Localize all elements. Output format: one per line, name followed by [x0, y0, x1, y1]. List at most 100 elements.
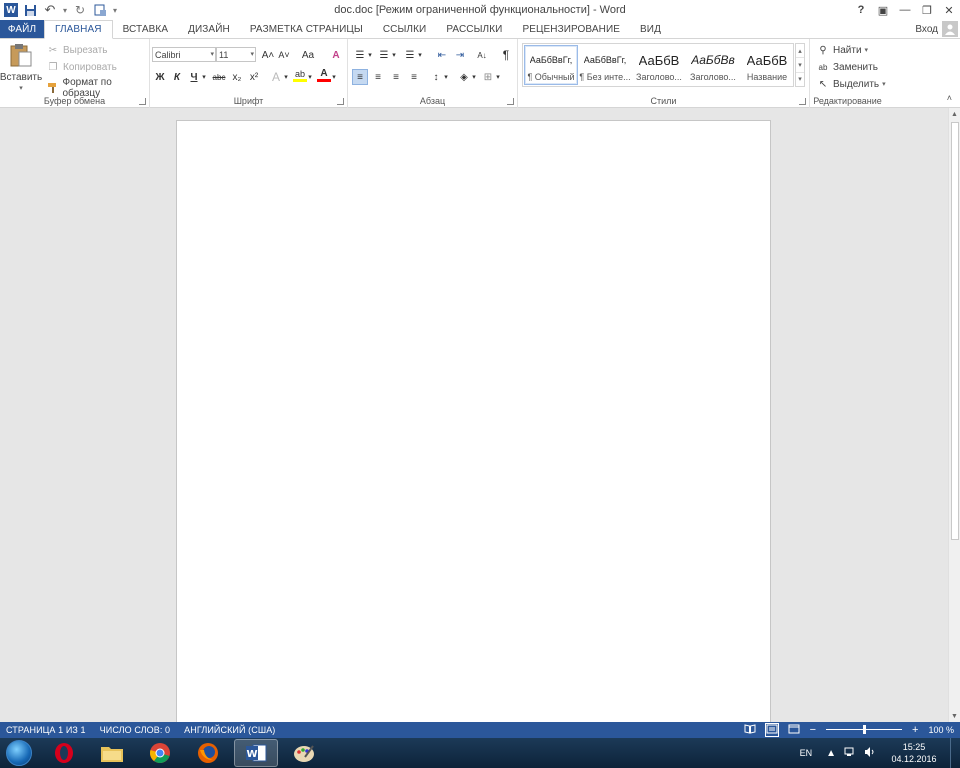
input-language[interactable]: EN [800, 748, 813, 758]
scroll-up-arrow-icon[interactable]: ▲ [949, 108, 960, 120]
clear-formatting-button[interactable]: A [328, 47, 344, 63]
zoom-in-button[interactable]: + [912, 724, 918, 736]
style-no-spacing[interactable]: АаБбВвГг, ¶ Без инте... [578, 45, 632, 85]
shrink-font-button[interactable]: A˅ [276, 47, 292, 63]
word-count[interactable]: ЧИСЛО СЛОВ: 0 [100, 725, 171, 735]
decrease-indent-button[interactable]: ⇤ [434, 47, 450, 63]
tab-home[interactable]: ГЛАВНАЯ [44, 20, 113, 39]
style-heading-2[interactable]: АаБбВв Заголово... [686, 45, 740, 85]
styles-scroll-up-button[interactable]: ▴ [796, 44, 804, 59]
restore-button[interactable]: ❐ [916, 0, 938, 20]
save-icon[interactable] [22, 2, 38, 18]
numbering-dropdown-icon[interactable]: ▾ [390, 47, 398, 63]
taskbar-firefox[interactable] [186, 739, 230, 767]
vertical-scrollbar[interactable]: ▲ ▼ [948, 108, 960, 722]
volume-icon[interactable] [864, 746, 876, 760]
style-normal[interactable]: АаБбВвГг, ¶ Обычный [524, 45, 578, 85]
find-dropdown-icon[interactable]: ▾ [865, 46, 869, 54]
web-layout-icon[interactable] [788, 724, 800, 736]
language-indicator[interactable]: АНГЛИЙСКИЙ (США) [184, 725, 275, 735]
italic-button[interactable]: К [169, 69, 185, 85]
font-name-dropdown-icon[interactable]: ▾ [210, 48, 214, 62]
style-title[interactable]: АаБбВ Название [740, 45, 794, 85]
font-size-combo[interactable]: 11 ▾ [216, 47, 256, 62]
show-hidden-icons-icon[interactable]: ▲ [826, 748, 836, 759]
find-button[interactable]: ⚲ Найти ▾ [816, 43, 868, 57]
select-dropdown-icon[interactable]: ▾ [882, 80, 886, 88]
tab-file[interactable]: ФАЙЛ [0, 20, 44, 38]
paste-button[interactable]: Вставить ▾ [0, 42, 42, 92]
cut-button[interactable]: ✂ Вырезать [46, 43, 108, 57]
taskbar-opera[interactable] [42, 739, 86, 767]
customize-qat-icon[interactable]: ▾ [112, 2, 118, 18]
align-right-button[interactable]: ≡ [388, 69, 404, 85]
avatar[interactable] [942, 21, 958, 37]
touch-mode-icon[interactable] [92, 2, 108, 18]
copy-button[interactable]: ❐ Копировать [46, 60, 117, 74]
taskbar-explorer[interactable] [90, 739, 134, 767]
superscript-button[interactable]: x² [246, 69, 262, 85]
taskbar-chrome[interactable] [138, 739, 182, 767]
show-desktop-button[interactable] [950, 738, 960, 768]
styles-scroll-down-button[interactable]: ▾ [796, 58, 804, 73]
font-size-dropdown-icon[interactable]: ▾ [250, 48, 254, 62]
zoom-level[interactable]: 100 % [928, 725, 954, 735]
paste-dropdown-icon[interactable]: ▾ [19, 84, 23, 92]
undo-dropdown-icon[interactable]: ▾ [62, 2, 68, 18]
sort-button[interactable]: A↓ [474, 47, 490, 63]
tab-insert[interactable]: ВСТАВКА [113, 20, 179, 38]
print-layout-icon[interactable] [764, 723, 779, 737]
justify-button[interactable]: ≡ [406, 69, 422, 85]
subscript-button[interactable]: x₂ [229, 69, 245, 85]
tab-review[interactable]: РЕЦЕНЗИРОВАНИЕ [512, 20, 630, 38]
scroll-down-arrow-icon[interactable]: ▼ [949, 710, 960, 722]
tab-references[interactable]: ССЫЛКИ [373, 20, 436, 38]
bullets-dropdown-icon[interactable]: ▾ [366, 47, 374, 63]
change-case-button[interactable]: Aa [296, 47, 320, 63]
replace-button[interactable]: ab Заменить [816, 60, 878, 74]
font-color-dropdown-icon[interactable]: ▾ [330, 69, 338, 85]
show-marks-button[interactable]: ¶ [498, 47, 514, 63]
collapse-ribbon-button[interactable]: ˄ [947, 93, 952, 103]
tab-design[interactable]: ДИЗАЙН [178, 20, 240, 38]
styles-more-button[interactable]: ▾ [796, 73, 804, 86]
tab-page-layout[interactable]: РАЗМЕТКА СТРАНИЦЫ [240, 20, 373, 38]
bold-button[interactable]: Ж [152, 69, 168, 85]
sign-in-link[interactable]: Вход [915, 24, 938, 35]
page-count[interactable]: СТРАНИЦА 1 ИЗ 1 [6, 725, 86, 735]
increase-indent-button[interactable]: ⇥ [452, 47, 468, 63]
paragraph-launcher-icon[interactable] [507, 98, 514, 105]
redo-icon[interactable]: ↻ [72, 2, 88, 18]
style-heading-1[interactable]: АаБбВ Заголово... [632, 45, 686, 85]
align-left-button[interactable]: ≡ [352, 69, 368, 85]
select-button[interactable]: ↖ Выделить ▾ [816, 77, 886, 91]
zoom-slider-knob[interactable] [862, 725, 866, 734]
taskbar-paint[interactable] [282, 739, 326, 767]
highlight-dropdown-icon[interactable]: ▾ [306, 69, 314, 85]
word-app-icon[interactable]: W [4, 3, 18, 17]
tab-mailings[interactable]: РАССЫЛКИ [436, 20, 512, 38]
tab-view[interactable]: ВИД [630, 20, 671, 38]
text-effects-dropdown-icon[interactable]: ▾ [282, 69, 290, 85]
document-page[interactable] [176, 120, 771, 722]
grow-font-button[interactable]: A˄ [260, 47, 276, 63]
taskbar-word[interactable]: W [234, 739, 278, 767]
scroll-thumb[interactable] [951, 122, 959, 540]
multilevel-dropdown-icon[interactable]: ▾ [416, 47, 424, 63]
ribbon-display-options-button[interactable]: ▣ [872, 0, 894, 20]
network-icon[interactable] [844, 747, 856, 760]
shading-dropdown-icon[interactable]: ▾ [470, 69, 478, 85]
underline-dropdown-icon[interactable]: ▾ [200, 69, 208, 85]
font-name-combo[interactable]: Calibri ▾ [152, 47, 216, 62]
system-clock[interactable]: 15:25 04.12.2016 [884, 741, 944, 765]
undo-icon[interactable]: ↶ [42, 2, 58, 18]
align-center-button[interactable]: ≡ [370, 69, 386, 85]
zoom-slider[interactable] [826, 722, 903, 738]
read-mode-icon[interactable] [744, 724, 756, 736]
clipboard-launcher-icon[interactable] [139, 98, 146, 105]
borders-dropdown-icon[interactable]: ▾ [494, 69, 502, 85]
minimize-button[interactable]: — [894, 0, 916, 20]
strikethrough-button[interactable]: abc [210, 69, 228, 85]
font-launcher-icon[interactable] [337, 98, 344, 105]
start-button[interactable] [0, 738, 38, 768]
